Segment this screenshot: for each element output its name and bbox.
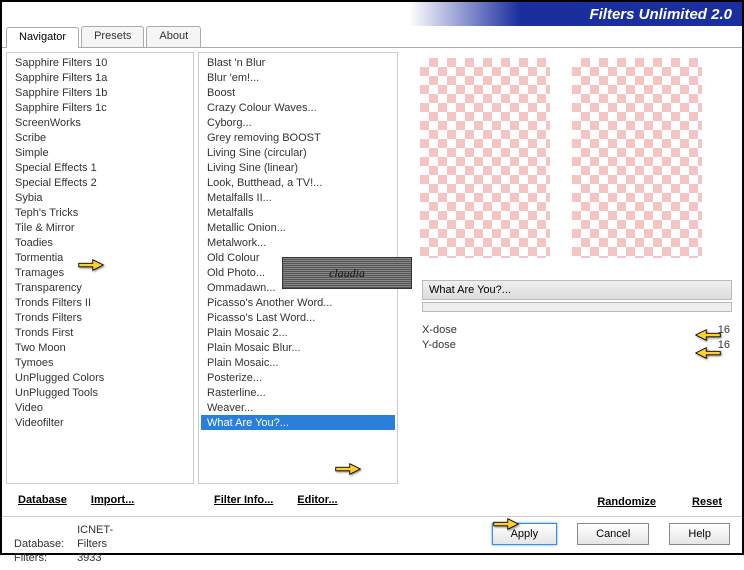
slider-row: Y-dose 16	[402, 337, 738, 352]
category-list[interactable]: Sapphire Filters 10Sapphire Filters 1aSa…	[7, 53, 193, 483]
cancel-button[interactable]: Cancel	[577, 523, 649, 545]
preview-buttons: Randomize Reset	[406, 488, 742, 516]
reset-button[interactable]: Reset	[684, 494, 730, 510]
tab-presets[interactable]: Presets	[81, 26, 144, 47]
list-item[interactable]: Tymoes	[9, 355, 191, 370]
list-item[interactable]: Tronds Filters II	[9, 295, 191, 310]
filter-buttons: Filter Info... Editor...	[198, 488, 406, 516]
help-button[interactable]: Help	[669, 523, 730, 545]
preview-image-left	[420, 58, 550, 258]
app-title: Filters Unlimited 2.0	[589, 6, 732, 23]
list-item[interactable]: Video	[9, 400, 191, 415]
slider-label: Y-dose	[422, 339, 482, 351]
list-item[interactable]: Weaver...	[201, 400, 395, 415]
list-item[interactable]: Tile & Mirror	[9, 220, 191, 235]
list-item[interactable]: UnPlugged Colors	[9, 370, 191, 385]
list-item[interactable]: Metallic Onion...	[201, 220, 395, 235]
slider-track[interactable]	[488, 338, 700, 352]
list-item[interactable]: Tronds Filters	[9, 310, 191, 325]
list-item[interactable]: Living Sine (circular)	[201, 145, 395, 160]
apply-button[interactable]: Apply	[492, 523, 558, 545]
bottom-bar: Database: ICNET-Filters Filters: 3933 Ap…	[2, 516, 742, 570]
slider-value: 16	[706, 324, 730, 336]
list-item[interactable]: Look, Butthead, a TV!...	[201, 175, 395, 190]
list-item[interactable]: Sybia	[9, 190, 191, 205]
list-item[interactable]: Plain Mosaic Blur...	[201, 340, 395, 355]
preview-column: claudia What Are You?... X-dose 16 Y-dose 1…	[402, 52, 738, 484]
database-info: Database: ICNET-Filters Filters: 3933	[14, 523, 472, 565]
watermark-stamp: claudia	[282, 257, 412, 289]
list-item[interactable]: Teph's Tricks	[9, 205, 191, 220]
list-item[interactable]: Plain Mosaic 2...	[201, 325, 395, 340]
filter-info-button[interactable]: Filter Info...	[206, 492, 281, 512]
preview-area: claudia	[412, 52, 712, 272]
main-content: Sapphire Filters 10Sapphire Filters 1aSa…	[2, 48, 742, 488]
tab-navigator[interactable]: Navigator	[6, 27, 79, 48]
list-item[interactable]: Toadies	[9, 235, 191, 250]
slider-row: X-dose 16	[402, 322, 738, 337]
list-item[interactable]: Tramages	[9, 265, 191, 280]
list-item[interactable]: Living Sine (linear)	[201, 160, 395, 175]
list-item[interactable]: Blast 'n Blur	[201, 55, 395, 70]
list-item[interactable]: Special Effects 1	[9, 160, 191, 175]
list-item[interactable]: Sapphire Filters 10	[9, 55, 191, 70]
title-bar: Filters Unlimited 2.0	[2, 2, 742, 26]
list-item[interactable]: Posterize...	[201, 370, 395, 385]
list-item[interactable]: Sapphire Filters 1a	[9, 70, 191, 85]
list-item[interactable]: Sapphire Filters 1b	[9, 85, 191, 100]
filters-label: Filters:	[14, 551, 74, 565]
list-item[interactable]: Tronds First	[9, 325, 191, 340]
list-item[interactable]: Special Effects 2	[9, 175, 191, 190]
list-item[interactable]: Crazy Colour Waves...	[201, 100, 395, 115]
list-item[interactable]: Plain Mosaic...	[201, 355, 395, 370]
filters-count: 3933	[77, 551, 137, 565]
progress-bar	[422, 302, 732, 312]
list-item[interactable]: Metalwork...	[201, 235, 395, 250]
list-item[interactable]: Scribe	[9, 130, 191, 145]
list-item[interactable]: Metalfalls II...	[201, 190, 395, 205]
db-value: ICNET-Filters	[77, 523, 137, 551]
list-item[interactable]: ScreenWorks	[9, 115, 191, 130]
slider-track[interactable]	[488, 323, 700, 337]
slider-label: X-dose	[422, 324, 482, 336]
database-button[interactable]: Database	[10, 492, 75, 512]
list-item[interactable]: Sapphire Filters 1c	[9, 100, 191, 115]
randomize-button[interactable]: Randomize	[589, 494, 664, 510]
editor-button[interactable]: Editor...	[289, 492, 345, 512]
list-item[interactable]: Cyborg...	[201, 115, 395, 130]
list-item[interactable]: Picasso's Another Word...	[201, 295, 395, 310]
list-item[interactable]: Picasso's Last Word...	[201, 310, 395, 325]
list-item[interactable]: Metalfalls	[201, 205, 395, 220]
current-filter-name: What Are You?...	[422, 280, 732, 300]
category-buttons: Database Import...	[2, 488, 198, 516]
import-button[interactable]: Import...	[83, 492, 142, 512]
db-label: Database:	[14, 537, 74, 551]
list-item[interactable]: Transparency	[9, 280, 191, 295]
tab-about[interactable]: About	[146, 26, 201, 47]
list-item[interactable]: Grey removing BOOST	[201, 130, 395, 145]
tabs: Navigator Presets About	[2, 26, 742, 48]
category-column: Sapphire Filters 10Sapphire Filters 1aSa…	[6, 52, 194, 484]
list-item[interactable]: Simple	[9, 145, 191, 160]
sliders-area: X-dose 16 Y-dose 16	[402, 322, 738, 352]
list-item[interactable]: Blur 'em!...	[201, 70, 395, 85]
slider-value: 16	[706, 339, 730, 351]
preview-image-right	[572, 58, 702, 258]
list-item[interactable]: Boost	[201, 85, 395, 100]
list-item[interactable]: Tormentia	[9, 250, 191, 265]
list-item[interactable]: Videofilter	[9, 415, 191, 430]
list-item[interactable]: UnPlugged Tools	[9, 385, 191, 400]
list-item[interactable]: Two Moon	[9, 340, 191, 355]
list-item[interactable]: What Are You?...	[201, 415, 395, 430]
list-item[interactable]: Rasterline...	[201, 385, 395, 400]
